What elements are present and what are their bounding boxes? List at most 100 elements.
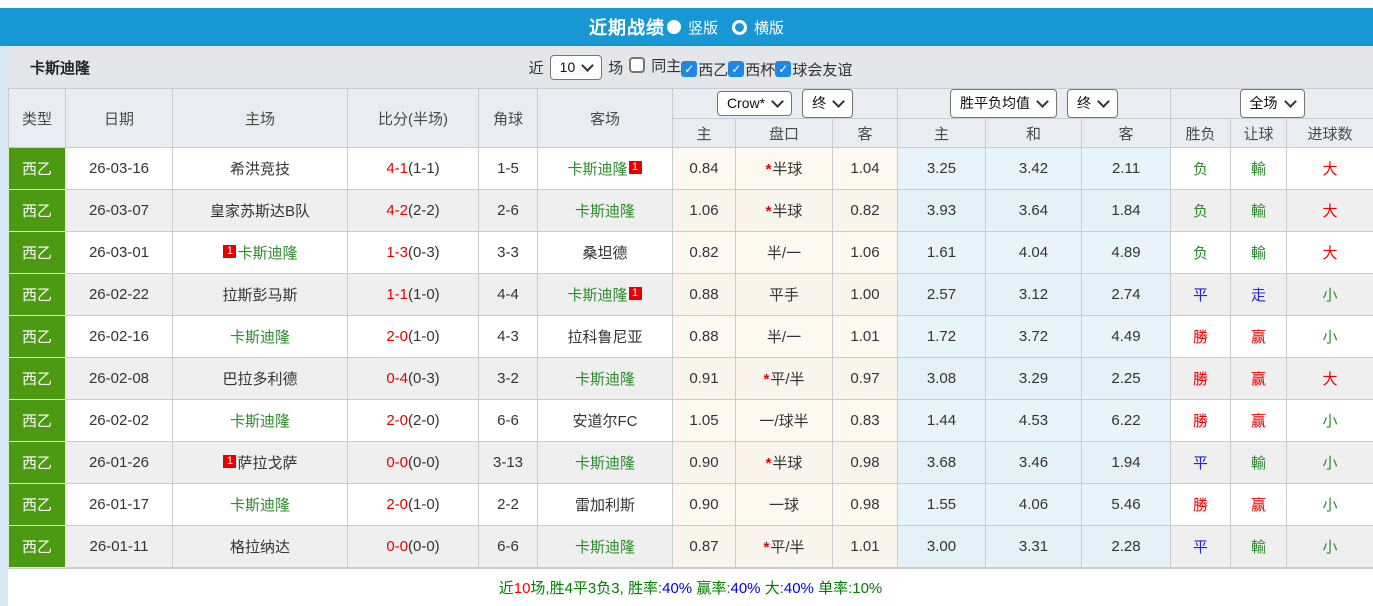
header-goals: 进球数	[1287, 119, 1373, 148]
score-halftime: (0-0)	[408, 454, 440, 471]
cell-odds-away: 0.83	[833, 400, 898, 442]
cell-avg-home: 2.57	[898, 274, 986, 316]
cell-odds-line: *半球	[736, 148, 833, 190]
summary-segment: 场,胜4平3负3, 胜率:	[530, 580, 662, 597]
cell-odds-line: 一/球半	[736, 400, 833, 442]
filter-checkbox-item[interactable]: ✓西杯	[728, 59, 775, 80]
table-row: 西乙26-01-11格拉纳达0-0(0-0)6-6卡斯迪隆0.87*平/半1.0…	[9, 526, 1373, 568]
cell-handicap: 赢	[1231, 400, 1287, 442]
radio-horizontal-icon[interactable]	[732, 20, 747, 35]
team-name-text: 安道尔FC	[573, 413, 638, 430]
cell-corners: 1-5	[479, 148, 538, 190]
radio-vertical-label[interactable]: 竖版	[688, 17, 718, 38]
cell-score: 2-0(1-0)	[348, 484, 479, 526]
line-star-icon: *	[766, 161, 772, 178]
recent-label: 近	[529, 57, 544, 78]
cell-goals: 大	[1287, 358, 1373, 400]
cell-odds-away: 1.04	[833, 148, 898, 190]
header-score: 比分(半场)	[348, 89, 479, 148]
team-name-text: 卡斯迪隆	[575, 455, 635, 472]
cell-odds-home: 0.88	[673, 316, 736, 358]
cell-avg-away: 5.46	[1082, 484, 1171, 526]
cell-away-team: 桑坦德	[538, 232, 673, 274]
checkbox-unchecked-icon[interactable]	[629, 57, 645, 73]
fullmatch-dropdown-cell: 全场	[1171, 89, 1373, 119]
cell-handicap: 赢	[1231, 316, 1287, 358]
score-fulltime: 2-0	[386, 412, 408, 429]
match-count-dropdown[interactable]: 10	[550, 55, 603, 80]
summary-segment: 大:	[761, 580, 784, 597]
cell-goals: 小	[1287, 400, 1373, 442]
summary-segment: 赢率:	[692, 580, 730, 597]
cell-corners: 3-2	[479, 358, 538, 400]
cell-avg-draw: 3.64	[986, 190, 1082, 232]
cell-result: 负	[1171, 190, 1231, 232]
cell-date: 26-02-08	[66, 358, 173, 400]
filter-checkbox-item[interactable]: 同主	[629, 55, 681, 76]
cell-handicap: 輸	[1231, 148, 1287, 190]
cell-score: 1-1(1-0)	[348, 274, 479, 316]
cell-avg-draw: 4.04	[986, 232, 1082, 274]
cell-avg-away: 1.84	[1082, 190, 1171, 232]
page-title: 近期战绩	[589, 14, 665, 40]
odds-time-dropdown[interactable]: 终	[802, 89, 853, 118]
cell-avg-draw: 3.46	[986, 442, 1082, 484]
header-handicap: 让球	[1231, 119, 1287, 148]
cell-away-team: 拉科鲁尼亚	[538, 316, 673, 358]
home-order-badge: 1	[629, 287, 642, 300]
cell-avg-home: 3.08	[898, 358, 986, 400]
team-name-text: 卡斯迪隆	[567, 287, 627, 304]
chevron-down-icon	[771, 95, 784, 108]
cell-league-type: 西乙	[9, 484, 66, 526]
cell-date: 26-01-11	[66, 526, 173, 568]
team-name: 卡斯迪隆	[30, 57, 90, 78]
score-halftime: (0-3)	[408, 244, 440, 261]
cell-avg-away: 4.89	[1082, 232, 1171, 274]
cell-avg-away: 6.22	[1082, 400, 1171, 442]
score-fulltime: 2-0	[386, 496, 408, 513]
home-order-badge: 1	[223, 455, 236, 468]
checkbox-label: 球会友谊	[792, 59, 852, 80]
cell-score: 0-0(0-0)	[348, 442, 479, 484]
cell-avg-away: 1.94	[1082, 442, 1171, 484]
top-white-strip	[0, 0, 1373, 8]
cell-league-type: 西乙	[9, 442, 66, 484]
filter-bar: 卡斯迪隆 近 10 场 同主✓西乙✓西杯✓球会友谊	[8, 46, 1373, 88]
cell-odds-line: *平/半	[736, 526, 833, 568]
cell-corners: 4-3	[479, 316, 538, 358]
cell-corners: 3-13	[479, 442, 538, 484]
line-star-icon: *	[763, 539, 769, 556]
cell-odds-away: 0.82	[833, 190, 898, 232]
filter-checkbox-item[interactable]: ✓西乙	[681, 59, 728, 80]
chevron-down-icon	[1036, 95, 1049, 108]
header-odds-away: 客	[833, 119, 898, 148]
filter-checkbox-item[interactable]: ✓球会友谊	[775, 59, 852, 80]
avg-odds-dropdown[interactable]: 胜平负均值	[950, 89, 1057, 118]
filter-group: 近 10 场 同主✓西乙✓西杯✓球会友谊	[526, 55, 856, 80]
checkbox-checked-icon[interactable]: ✓	[728, 61, 744, 77]
cell-home-team: 格拉纳达	[173, 526, 348, 568]
cell-home-team: 卡斯迪隆	[173, 400, 348, 442]
avg-time-dropdown[interactable]: 终	[1067, 89, 1118, 118]
fullmatch-dropdown[interactable]: 全场	[1240, 89, 1305, 118]
radio-horizontal-label[interactable]: 横版	[754, 17, 784, 38]
cell-goals: 小	[1287, 274, 1373, 316]
cell-away-team: 卡斯迪隆1	[538, 274, 673, 316]
cell-handicap: 輸	[1231, 442, 1287, 484]
home-order-badge: 1	[629, 161, 642, 174]
score-fulltime: 1-3	[386, 244, 408, 261]
cell-corners: 3-3	[479, 232, 538, 274]
bookmaker-dropdown[interactable]: Crow*	[717, 91, 792, 116]
cell-handicap: 赢	[1231, 484, 1287, 526]
checkbox-checked-icon[interactable]: ✓	[681, 61, 697, 77]
radio-vertical-selected-icon[interactable]	[667, 20, 681, 34]
cell-home-team: 卡斯迪隆	[173, 484, 348, 526]
checkbox-checked-icon[interactable]: ✓	[775, 61, 791, 77]
cell-date: 26-03-07	[66, 190, 173, 232]
team-name-text: 巴拉多利德	[222, 371, 297, 388]
team-name-text: 卡斯迪隆	[230, 329, 290, 346]
chevron-down-icon	[581, 59, 594, 72]
cell-odds-away: 1.01	[833, 526, 898, 568]
cell-home-team: 皇家苏斯达B队	[173, 190, 348, 232]
team-name-text: 卡斯迪隆	[230, 413, 290, 430]
